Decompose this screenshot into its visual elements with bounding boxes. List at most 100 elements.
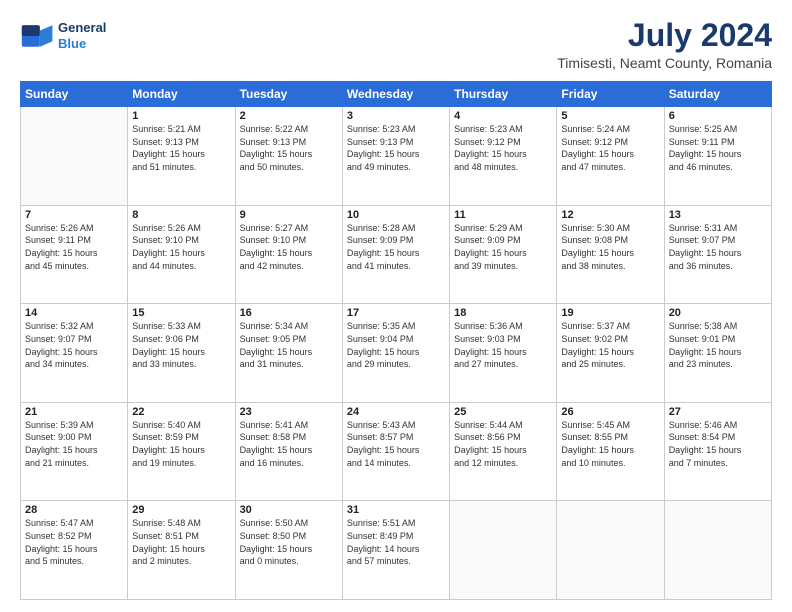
daylight-text: Daylight: 15 hours bbox=[669, 347, 742, 357]
calendar-cell: 15Sunrise: 5:33 AMSunset: 9:06 PMDayligh… bbox=[128, 304, 235, 403]
daylight-text-cont: and 5 minutes. bbox=[25, 556, 84, 566]
sunrise-text: Sunrise: 5:47 AM bbox=[25, 518, 94, 528]
calendar-body: 1Sunrise: 5:21 AMSunset: 9:13 PMDaylight… bbox=[21, 107, 772, 600]
day-info: Sunrise: 5:24 AMSunset: 9:12 PMDaylight:… bbox=[561, 123, 659, 173]
calendar-cell: 6Sunrise: 5:25 AMSunset: 9:11 PMDaylight… bbox=[664, 107, 771, 206]
day-number: 7 bbox=[25, 209, 123, 221]
sunset-text: Sunset: 9:07 PM bbox=[25, 334, 92, 344]
daylight-text-cont: and 57 minutes. bbox=[347, 556, 411, 566]
sunset-text: Sunset: 9:00 PM bbox=[25, 432, 92, 442]
daylight-text-cont: and 42 minutes. bbox=[240, 261, 304, 271]
daylight-text-cont: and 7 minutes. bbox=[669, 458, 728, 468]
header: General Blue July 2024 Timisesti, Neamt … bbox=[20, 18, 772, 71]
sunrise-text: Sunrise: 5:37 AM bbox=[561, 321, 630, 331]
calendar-cell: 5Sunrise: 5:24 AMSunset: 9:12 PMDaylight… bbox=[557, 107, 664, 206]
sunset-text: Sunset: 9:13 PM bbox=[347, 137, 414, 147]
calendar-cell: 1Sunrise: 5:21 AMSunset: 9:13 PMDaylight… bbox=[128, 107, 235, 206]
calendar-cell: 18Sunrise: 5:36 AMSunset: 9:03 PMDayligh… bbox=[450, 304, 557, 403]
day-number: 9 bbox=[240, 209, 338, 221]
logo-text: General Blue bbox=[58, 20, 106, 51]
sunset-text: Sunset: 9:10 PM bbox=[132, 235, 199, 245]
day-number: 11 bbox=[454, 209, 552, 221]
day-number: 6 bbox=[669, 110, 767, 122]
day-number: 22 bbox=[132, 406, 230, 418]
calendar-cell: 24Sunrise: 5:43 AMSunset: 8:57 PMDayligh… bbox=[342, 402, 449, 501]
day-info: Sunrise: 5:50 AMSunset: 8:50 PMDaylight:… bbox=[240, 517, 338, 567]
sunrise-text: Sunrise: 5:30 AM bbox=[561, 223, 630, 233]
calendar-cell bbox=[450, 501, 557, 600]
daylight-text: Daylight: 15 hours bbox=[25, 544, 98, 554]
calendar-cell: 10Sunrise: 5:28 AMSunset: 9:09 PMDayligh… bbox=[342, 205, 449, 304]
day-number: 21 bbox=[25, 406, 123, 418]
day-info: Sunrise: 5:27 AMSunset: 9:10 PMDaylight:… bbox=[240, 222, 338, 272]
sunrise-text: Sunrise: 5:26 AM bbox=[132, 223, 201, 233]
day-info: Sunrise: 5:39 AMSunset: 9:00 PMDaylight:… bbox=[25, 419, 123, 469]
daylight-text-cont: and 50 minutes. bbox=[240, 162, 304, 172]
sunrise-text: Sunrise: 5:40 AM bbox=[132, 420, 201, 430]
day-info: Sunrise: 5:51 AMSunset: 8:49 PMDaylight:… bbox=[347, 517, 445, 567]
calendar-cell: 19Sunrise: 5:37 AMSunset: 9:02 PMDayligh… bbox=[557, 304, 664, 403]
daylight-text: Daylight: 15 hours bbox=[454, 149, 527, 159]
page: General Blue July 2024 Timisesti, Neamt … bbox=[0, 0, 792, 612]
calendar-week-row: 21Sunrise: 5:39 AMSunset: 9:00 PMDayligh… bbox=[21, 402, 772, 501]
logo-line1: General bbox=[58, 20, 106, 36]
day-number: 15 bbox=[132, 307, 230, 319]
daylight-text: Daylight: 15 hours bbox=[454, 347, 527, 357]
sunset-text: Sunset: 9:09 PM bbox=[347, 235, 414, 245]
day-number: 19 bbox=[561, 307, 659, 319]
calendar-cell: 16Sunrise: 5:34 AMSunset: 9:05 PMDayligh… bbox=[235, 304, 342, 403]
weekday-header: Monday bbox=[128, 82, 235, 107]
sunrise-text: Sunrise: 5:28 AM bbox=[347, 223, 416, 233]
calendar-cell: 17Sunrise: 5:35 AMSunset: 9:04 PMDayligh… bbox=[342, 304, 449, 403]
day-info: Sunrise: 5:37 AMSunset: 9:02 PMDaylight:… bbox=[561, 320, 659, 370]
calendar-cell: 31Sunrise: 5:51 AMSunset: 8:49 PMDayligh… bbox=[342, 501, 449, 600]
day-info: Sunrise: 5:38 AMSunset: 9:01 PMDaylight:… bbox=[669, 320, 767, 370]
calendar-cell: 25Sunrise: 5:44 AMSunset: 8:56 PMDayligh… bbox=[450, 402, 557, 501]
daylight-text-cont: and 19 minutes. bbox=[132, 458, 196, 468]
daylight-text-cont: and 41 minutes. bbox=[347, 261, 411, 271]
daylight-text-cont: and 23 minutes. bbox=[669, 359, 733, 369]
month-year: July 2024 bbox=[557, 18, 772, 53]
daylight-text: Daylight: 15 hours bbox=[240, 347, 313, 357]
sunrise-text: Sunrise: 5:25 AM bbox=[669, 124, 738, 134]
daylight-text: Daylight: 15 hours bbox=[561, 347, 634, 357]
daylight-text-cont: and 36 minutes. bbox=[669, 261, 733, 271]
day-number: 13 bbox=[669, 209, 767, 221]
calendar-cell: 21Sunrise: 5:39 AMSunset: 9:00 PMDayligh… bbox=[21, 402, 128, 501]
day-number: 17 bbox=[347, 307, 445, 319]
day-info: Sunrise: 5:47 AMSunset: 8:52 PMDaylight:… bbox=[25, 517, 123, 567]
calendar-week-row: 1Sunrise: 5:21 AMSunset: 9:13 PMDaylight… bbox=[21, 107, 772, 206]
daylight-text-cont: and 29 minutes. bbox=[347, 359, 411, 369]
sunset-text: Sunset: 9:06 PM bbox=[132, 334, 199, 344]
sunrise-text: Sunrise: 5:41 AM bbox=[240, 420, 309, 430]
calendar-cell bbox=[557, 501, 664, 600]
sunrise-text: Sunrise: 5:38 AM bbox=[669, 321, 738, 331]
daylight-text-cont: and 39 minutes. bbox=[454, 261, 518, 271]
daylight-text: Daylight: 15 hours bbox=[240, 445, 313, 455]
daylight-text-cont: and 47 minutes. bbox=[561, 162, 625, 172]
day-info: Sunrise: 5:41 AMSunset: 8:58 PMDaylight:… bbox=[240, 419, 338, 469]
day-number: 10 bbox=[347, 209, 445, 221]
day-number: 2 bbox=[240, 110, 338, 122]
day-info: Sunrise: 5:25 AMSunset: 9:11 PMDaylight:… bbox=[669, 123, 767, 173]
sunset-text: Sunset: 8:51 PM bbox=[132, 531, 199, 541]
day-info: Sunrise: 5:40 AMSunset: 8:59 PMDaylight:… bbox=[132, 419, 230, 469]
daylight-text-cont: and 51 minutes. bbox=[132, 162, 196, 172]
daylight-text-cont: and 38 minutes. bbox=[561, 261, 625, 271]
sunrise-text: Sunrise: 5:27 AM bbox=[240, 223, 309, 233]
daylight-text: Daylight: 15 hours bbox=[240, 544, 313, 554]
daylight-text-cont: and 16 minutes. bbox=[240, 458, 304, 468]
daylight-text: Daylight: 15 hours bbox=[25, 248, 98, 258]
sunrise-text: Sunrise: 5:29 AM bbox=[454, 223, 523, 233]
daylight-text-cont: and 46 minutes. bbox=[669, 162, 733, 172]
calendar-cell: 12Sunrise: 5:30 AMSunset: 9:08 PMDayligh… bbox=[557, 205, 664, 304]
daylight-text-cont: and 49 minutes. bbox=[347, 162, 411, 172]
logo: General Blue bbox=[20, 18, 106, 54]
daylight-text: Daylight: 15 hours bbox=[454, 445, 527, 455]
daylight-text-cont: and 25 minutes. bbox=[561, 359, 625, 369]
calendar-cell: 13Sunrise: 5:31 AMSunset: 9:07 PMDayligh… bbox=[664, 205, 771, 304]
day-info: Sunrise: 5:31 AMSunset: 9:07 PMDaylight:… bbox=[669, 222, 767, 272]
logo-line2: Blue bbox=[58, 36, 106, 52]
daylight-text-cont: and 34 minutes. bbox=[25, 359, 89, 369]
sunrise-text: Sunrise: 5:51 AM bbox=[347, 518, 416, 528]
